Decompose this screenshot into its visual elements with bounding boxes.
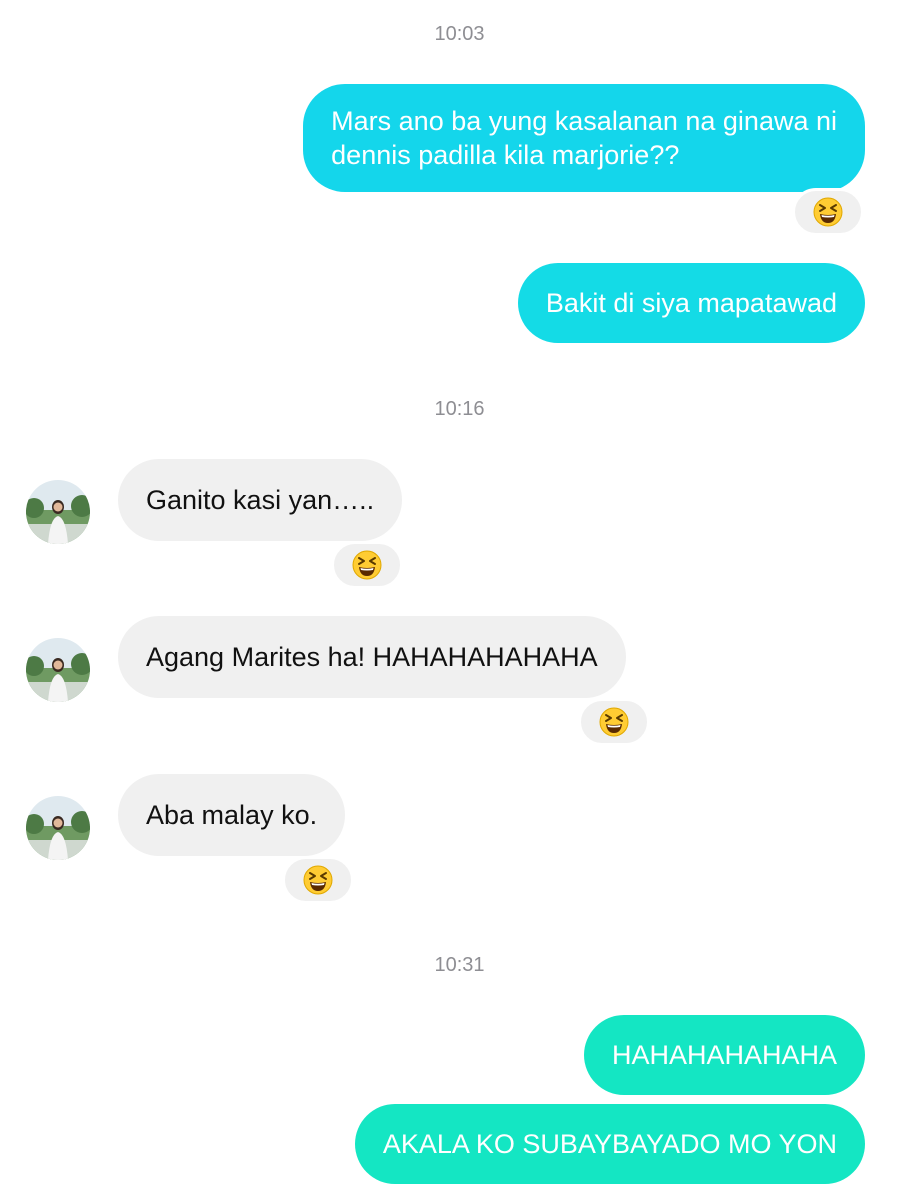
contact-avatar[interactable] xyxy=(26,480,90,544)
outgoing-message[interactable]: AKALA KO SUBAYBAYADO MO YON xyxy=(354,1104,865,1184)
outgoing-message[interactable]: Bakit di siya mapatawad xyxy=(517,263,865,343)
laughing-squint-emoji-icon xyxy=(599,707,629,737)
timestamp: 10:03 xyxy=(434,23,485,45)
outgoing-message[interactable]: Mars ano ba yung kasalanan na ginawa ni … xyxy=(303,84,865,192)
message-reaction[interactable] xyxy=(792,188,864,236)
message-line: dennis padilla kila marjorie?? xyxy=(331,140,680,170)
timestamp: 10:31 xyxy=(434,954,485,976)
laughing-squint-emoji-icon xyxy=(813,197,843,227)
laughing-squint-emoji-icon xyxy=(303,865,333,895)
incoming-message[interactable]: Agang Marites ha! HAHAHAHAHAHA xyxy=(118,616,626,698)
message-reaction[interactable] xyxy=(282,856,354,904)
timestamp: 10:16 xyxy=(434,398,485,420)
laughing-squint-emoji-icon xyxy=(352,550,382,580)
message-reaction[interactable] xyxy=(578,698,650,746)
incoming-message[interactable]: Aba malay ko. xyxy=(118,774,346,856)
contact-avatar[interactable] xyxy=(26,638,90,702)
outgoing-message[interactable]: HAHAHAHAHAHA xyxy=(583,1015,865,1095)
message-reaction[interactable] xyxy=(331,541,403,589)
contact-avatar[interactable] xyxy=(26,796,90,860)
incoming-message[interactable]: Ganito kasi yan….. xyxy=(118,459,403,541)
message-line: Mars ano ba yung kasalanan na ginawa ni xyxy=(331,106,837,136)
